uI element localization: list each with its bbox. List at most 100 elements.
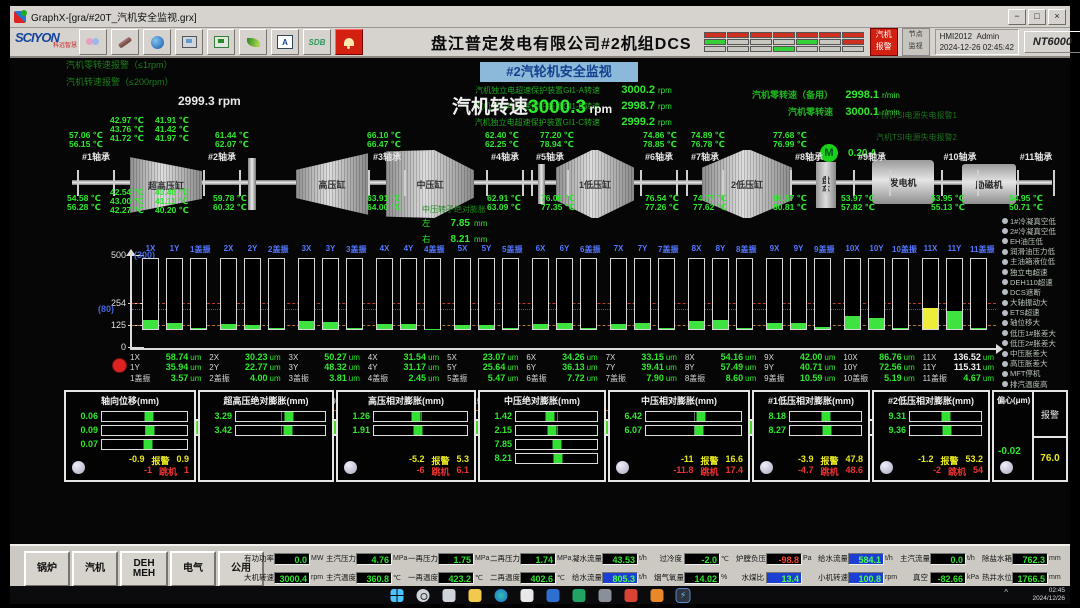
users-button[interactable] xyxy=(79,29,107,55)
alarm-limits: -0.9报警0.9 xyxy=(129,454,189,465)
vibration-bar: 3X xyxy=(298,244,315,330)
minimize-button[interactable]: − xyxy=(1008,9,1026,25)
bearing-label: #6轴承 xyxy=(645,150,673,163)
active-app-icon[interactable]: ⚡ xyxy=(677,589,690,602)
gauge-value: 6.07 xyxy=(614,425,642,435)
alarm-matrix-cell xyxy=(773,39,795,45)
alarm-matrix[interactable] xyxy=(704,32,864,52)
app-red-icon[interactable] xyxy=(625,589,638,602)
bar-group: 5X 5Y 5盖振 xyxy=(454,244,519,330)
vibration-table-group: 11X136.52um 11Y115.31um 11盖振4.67um xyxy=(923,352,998,383)
vibration-bar: 6盖振 xyxy=(580,244,597,330)
bar-fill xyxy=(191,328,206,329)
display-button[interactable] xyxy=(207,29,235,55)
bearing-temps-bottom: 62.91 ℃ 63.09 ℃ xyxy=(487,194,521,212)
panel-status-dot xyxy=(344,461,357,474)
vibration-bar: 7X xyxy=(610,244,627,330)
vibration-bar: 11盖振 xyxy=(970,244,987,330)
file-explorer-icon[interactable] xyxy=(469,589,482,602)
excel-icon[interactable] xyxy=(573,589,586,602)
monitor-screen: GraphX-[gra/#20T_汽机安全监视.grx] − □ × SCIYO… xyxy=(10,6,1070,604)
vibration-bar: 7盖振 xyxy=(658,244,675,330)
bearing-temps-bottom: 76.06 ℃ 77.35 ℃ xyxy=(541,194,575,212)
nav-button[interactable]: DEHMEH xyxy=(120,551,168,587)
gauge-marker xyxy=(552,440,561,449)
bar-group: 6X 6Y 6盖振 xyxy=(532,244,597,330)
vibration-bar: 4盖振 xyxy=(424,244,441,330)
app-white-icon[interactable] xyxy=(521,589,534,602)
restore-button[interactable]: □ xyxy=(1028,9,1046,25)
alarm-dot-icon xyxy=(1002,259,1008,265)
alarm-matrix-cell xyxy=(704,39,726,45)
operator-station-button[interactable] xyxy=(175,29,203,55)
app-orange-icon[interactable] xyxy=(651,589,664,602)
gauge-bar xyxy=(515,425,598,436)
bar-label: 5Y xyxy=(478,244,495,258)
zero-speed-row: 汽机零转速（备用） 2998.1 r/min xyxy=(705,88,900,105)
vibration-bar: 3Y xyxy=(322,244,339,330)
edge-icon[interactable] xyxy=(495,589,508,602)
vibration-bar: 5盖振 xyxy=(502,244,519,330)
nav-button[interactable]: 锅炉 xyxy=(24,551,70,587)
turbine-alarm-button[interactable]: 汽机 报警 xyxy=(870,28,898,56)
app-blue-icon[interactable] xyxy=(547,589,560,602)
taskbar-clock[interactable]: 02:45 2024/12/26 xyxy=(1032,587,1065,603)
process-value: 762.3 xyxy=(1012,553,1048,565)
wrench-icon xyxy=(118,36,132,48)
tools-button[interactable] xyxy=(111,29,139,55)
leaf-button[interactable] xyxy=(239,29,267,55)
bar-fill xyxy=(455,325,470,329)
bearing-label: #2轴承 xyxy=(208,150,236,163)
process-value: 100.8 xyxy=(848,572,884,584)
vibration-bar: 10Y xyxy=(868,244,885,330)
bar-label: 4Y xyxy=(400,244,417,258)
process-cell: 凝水流量 43.53 t/h xyxy=(572,553,654,565)
gauge-bar xyxy=(645,425,742,436)
alarm-matrix-cell xyxy=(842,46,864,52)
ja-button[interactable]: A xyxy=(271,29,299,55)
vibration-bar: 8盖振 xyxy=(736,244,753,330)
bearing-label: #9轴承 xyxy=(858,150,886,163)
overspeed-unit: rpm xyxy=(655,102,672,111)
process-cell: 一再温度 423.2 ℃ xyxy=(408,572,490,584)
bar-label: 5盖振 xyxy=(502,244,519,258)
alarm-matrix-cell xyxy=(750,39,772,45)
task-view-icon[interactable] xyxy=(443,589,456,602)
trip-alarm-item: 润滑油压力低 xyxy=(1002,247,1068,257)
process-value: 0.0 xyxy=(274,553,310,565)
nav-button[interactable]: 电气 xyxy=(170,551,216,587)
nav-button[interactable]: 汽机 xyxy=(72,551,118,587)
uhp-temps-top: 42.97 ℃41.91 ℃43.76 ℃41.42 ℃41.72 ℃41.97… xyxy=(110,116,200,143)
gauge-value: 8.21 xyxy=(484,453,512,463)
start-icon[interactable] xyxy=(391,589,404,602)
users-icon xyxy=(86,37,100,47)
bar-label: 6Y xyxy=(556,244,573,258)
process-cell: 真空 -82.66 kPa xyxy=(900,572,982,584)
vibration-bar: 11X xyxy=(922,244,939,330)
bearing-temps-top: 61.44 ℃ 62.07 ℃ xyxy=(215,131,249,149)
bar-fill xyxy=(221,324,236,329)
alarm-bell-button[interactable] xyxy=(335,29,363,55)
bearing-temps-bottom: 54.95 ℃ 50.71 ℃ xyxy=(1009,194,1043,212)
alarm-matrix-cell xyxy=(819,46,841,52)
bar-label: 8Y xyxy=(712,244,729,258)
bar-group: 7X 7Y 7盖振 xyxy=(610,244,675,330)
vibration-bar: 6Y xyxy=(556,244,573,330)
gauge-marker xyxy=(697,412,706,421)
gauge-value: 1.42 xyxy=(484,411,512,421)
bar-label: 9X xyxy=(766,244,783,258)
gauge-bar xyxy=(101,411,188,422)
vibration-bar: 1X xyxy=(142,244,159,330)
search-icon[interactable] xyxy=(417,589,430,602)
process-cell: 给水流量 584.1 t/h xyxy=(818,553,900,565)
sdb-button[interactable]: SDB xyxy=(303,29,331,55)
process-value: 360.8 xyxy=(356,572,392,584)
alarm-dot-icon xyxy=(1002,238,1008,244)
tray-chevron-icon[interactable]: ^ xyxy=(1004,588,1008,597)
settings-icon[interactable] xyxy=(599,589,612,602)
alarm-dot-icon xyxy=(1002,228,1008,234)
gauge-row: 9.36 xyxy=(878,424,982,436)
bar-fill xyxy=(245,325,260,329)
network-button[interactable] xyxy=(143,29,171,55)
close-button[interactable]: × xyxy=(1048,9,1066,25)
